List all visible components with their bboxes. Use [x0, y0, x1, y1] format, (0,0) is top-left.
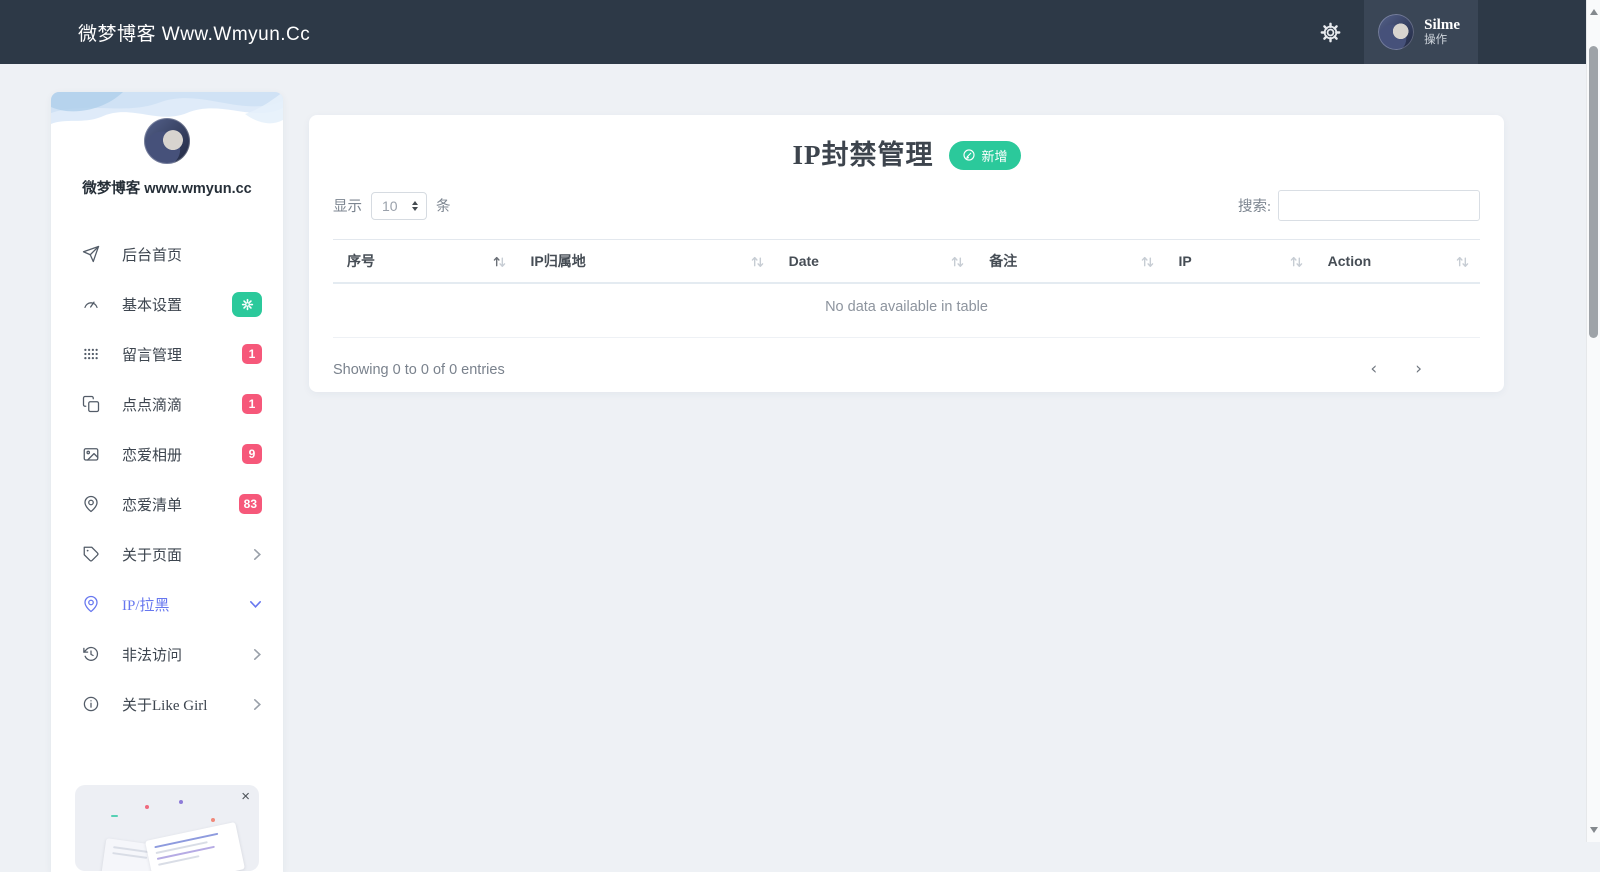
chevron-right-icon: [253, 648, 262, 661]
decor-dot: [179, 800, 183, 804]
count-badge: 83: [238, 494, 262, 514]
send-icon: [82, 245, 100, 263]
site-name: 微梦博客 www.wmyun.cc: [82, 181, 252, 197]
user-menu[interactable]: Silme 操作: [1364, 0, 1478, 64]
site-avatar: [144, 118, 190, 164]
chevron-right-icon: [253, 548, 262, 561]
sort-icon: [950, 253, 965, 269]
sort-icon: [492, 253, 507, 269]
column-header-ip[interactable]: IP: [1165, 240, 1314, 284]
search-input[interactable]: [1278, 190, 1480, 221]
decor-dot: [211, 818, 215, 822]
column-header-date[interactable]: Date: [775, 240, 976, 284]
scrollbar-thumb[interactable]: [1589, 46, 1598, 338]
info-icon: [82, 695, 100, 713]
column-header-remark[interactable]: 备注: [975, 240, 1164, 284]
gear-icon: [241, 298, 254, 311]
column-header-ip-location[interactable]: IP归属地: [517, 240, 775, 284]
sidebar-item-love-list[interactable]: 恋爱清单 83: [51, 479, 283, 529]
sidebar-item-about-page[interactable]: 关于页面: [51, 529, 283, 579]
scrollbar-down-arrow[interactable]: [1590, 827, 1598, 833]
gear-icon: [1319, 21, 1342, 44]
sidebar-item-love-album[interactable]: 恋爱相册 9: [51, 429, 283, 479]
sidebar-item-about-likegirl[interactable]: 关于Like Girl: [51, 679, 283, 729]
navbar-actions: Silme 操作: [1310, 0, 1478, 64]
settings-badge: [232, 291, 262, 317]
ip-ban-card: IP封禁管理 新增 显示 10 条 搜索: 序号 IP归属地 Date 备注 I…: [309, 115, 1504, 392]
browser-scrollbar: [1586, 0, 1600, 842]
gauge-icon: [82, 295, 100, 313]
pagination: ‹ ›: [1364, 359, 1428, 380]
chevron-down-icon: [249, 600, 262, 609]
table-info: Showing 0 to 0 of 0 entries: [333, 361, 505, 378]
prev-page-button[interactable]: ‹: [1364, 359, 1383, 380]
app-title: 微梦博客 Www.Wmyun.Cc: [78, 23, 311, 45]
promo-card: ×: [75, 785, 259, 871]
user-avatar: [1378, 14, 1415, 50]
tag-icon: [82, 545, 100, 563]
sidebar-menu: 后台首页 基本设置 留言管理 1 点点滴滴 1 恋爱相册 9 恋爱清单 83 关…: [51, 229, 283, 729]
ip-ban-table: 序号 IP归属地 Date 备注 IP Action No data avail…: [333, 239, 1480, 338]
count-badge: 1: [242, 344, 262, 364]
page-length-control: 显示 10 条: [333, 191, 451, 220]
sidebar-item-basic-settings[interactable]: 基本设置: [51, 279, 283, 329]
history-icon: [82, 645, 100, 663]
map-pin-icon: [82, 495, 100, 513]
chevron-right-icon: [253, 698, 262, 711]
next-page-button[interactable]: ›: [1409, 359, 1428, 380]
grid-dots-icon: [82, 345, 100, 363]
sidebar-item-ip-blacklist[interactable]: IP/拉黑: [51, 579, 283, 629]
search-control: 搜索:: [1238, 190, 1480, 221]
photos-icon: [82, 445, 100, 463]
edit-icon: [962, 148, 976, 162]
count-badge: 9: [242, 444, 262, 464]
empty-message: No data available in table: [333, 283, 1480, 338]
select-arrows-icon: [412, 200, 418, 211]
close-icon[interactable]: ×: [241, 789, 250, 804]
settings-button[interactable]: [1310, 12, 1350, 52]
sidebar-item-illegal-access[interactable]: 非法访问: [51, 629, 283, 679]
table-empty-row: No data available in table: [333, 283, 1480, 338]
search-label: 搜索:: [1237, 199, 1271, 215]
sort-icon: [750, 253, 765, 269]
scrollbar-up-arrow[interactable]: [1590, 9, 1598, 15]
sort-icon: [1140, 253, 1155, 269]
sort-icon: [1455, 253, 1470, 269]
column-header-index[interactable]: 序号: [333, 240, 517, 284]
sidebar-item-comments[interactable]: 留言管理 1: [51, 329, 283, 379]
pages-icon: [82, 395, 100, 413]
decor-dash: [111, 815, 118, 817]
sidebar: 微梦博客 www.wmyun.cc 后台首页 基本设置 留言管理 1 点点滴滴 …: [51, 92, 283, 872]
add-button[interactable]: 新增: [949, 140, 1021, 170]
column-header-action[interactable]: Action: [1314, 240, 1480, 284]
sidebar-item-dashboard[interactable]: 后台首页: [51, 229, 283, 279]
page-title: IP封禁管理: [792, 140, 934, 170]
top-navbar: 微梦博客 Www.Wmyun.Cc Silme 操作: [0, 0, 1600, 64]
sort-icon: [1289, 253, 1304, 269]
page-length-select[interactable]: 10: [371, 191, 427, 220]
user-role: 操作: [1424, 34, 1448, 47]
paper-illustration: [145, 821, 245, 871]
sidebar-item-moments[interactable]: 点点滴滴 1: [51, 379, 283, 429]
decor-dot: [145, 805, 149, 809]
user-name: Silme: [1424, 16, 1460, 33]
count-badge: 1: [242, 394, 262, 414]
map-pin-icon: [82, 595, 100, 613]
